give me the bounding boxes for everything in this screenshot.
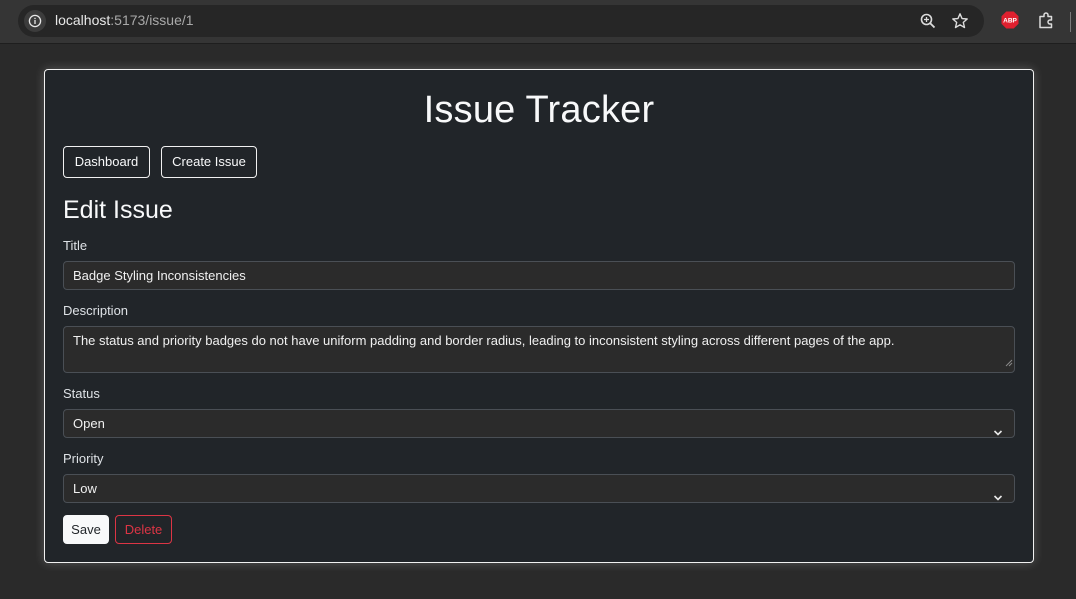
adblock-label: ABP — [1003, 18, 1017, 25]
url-path: :5173/issue/1 — [110, 12, 194, 28]
adblock-icon[interactable]: ABP — [1001, 11, 1019, 34]
app-title: Issue Tracker — [423, 89, 655, 131]
chevron-down-icon — [993, 419, 1003, 446]
priority-selected-value: Low — [73, 481, 97, 496]
priority-select[interactable]: Low — [63, 474, 1015, 503]
save-button[interactable]: Save — [63, 515, 109, 544]
create-issue-button[interactable]: Create Issue — [161, 146, 257, 178]
site-info-icon[interactable] — [24, 10, 46, 32]
url-host: localhost — [55, 12, 111, 28]
title-input[interactable]: Badge Styling Inconsistencies — [63, 261, 1015, 290]
url-text[interactable]: localhost:5173/issue/1 — [55, 12, 194, 28]
edit-issue-heading: Edit Issue — [63, 196, 173, 224]
extensions-puzzle-icon[interactable] — [1037, 11, 1056, 35]
address-bar[interactable]: localhost:5173/issue/1 — [18, 5, 984, 37]
app-card: Issue Tracker Dashboard Create Issue Edi… — [44, 69, 1034, 563]
bookmark-star-icon[interactable] — [951, 12, 969, 30]
chevron-down-icon — [993, 484, 1003, 511]
resize-grip-icon[interactable] — [1005, 354, 1013, 371]
browser-toolbar: localhost:5173/issue/1 ABP — [0, 0, 1076, 44]
title-label: Title — [63, 238, 88, 253]
dashboard-button[interactable]: Dashboard — [63, 146, 150, 178]
toolbar-divider — [1070, 12, 1071, 32]
description-label: Description — [63, 303, 129, 318]
delete-button[interactable]: Delete — [115, 515, 172, 544]
status-select[interactable]: Open — [63, 409, 1015, 438]
priority-label: Priority — [63, 451, 104, 466]
zoom-icon[interactable] — [919, 12, 937, 30]
description-text: The status and priority badges do not ha… — [73, 333, 895, 348]
status-selected-value: Open — [73, 416, 105, 431]
description-textarea[interactable]: The status and priority badges do not ha… — [63, 326, 1015, 373]
status-label: Status — [63, 386, 100, 401]
